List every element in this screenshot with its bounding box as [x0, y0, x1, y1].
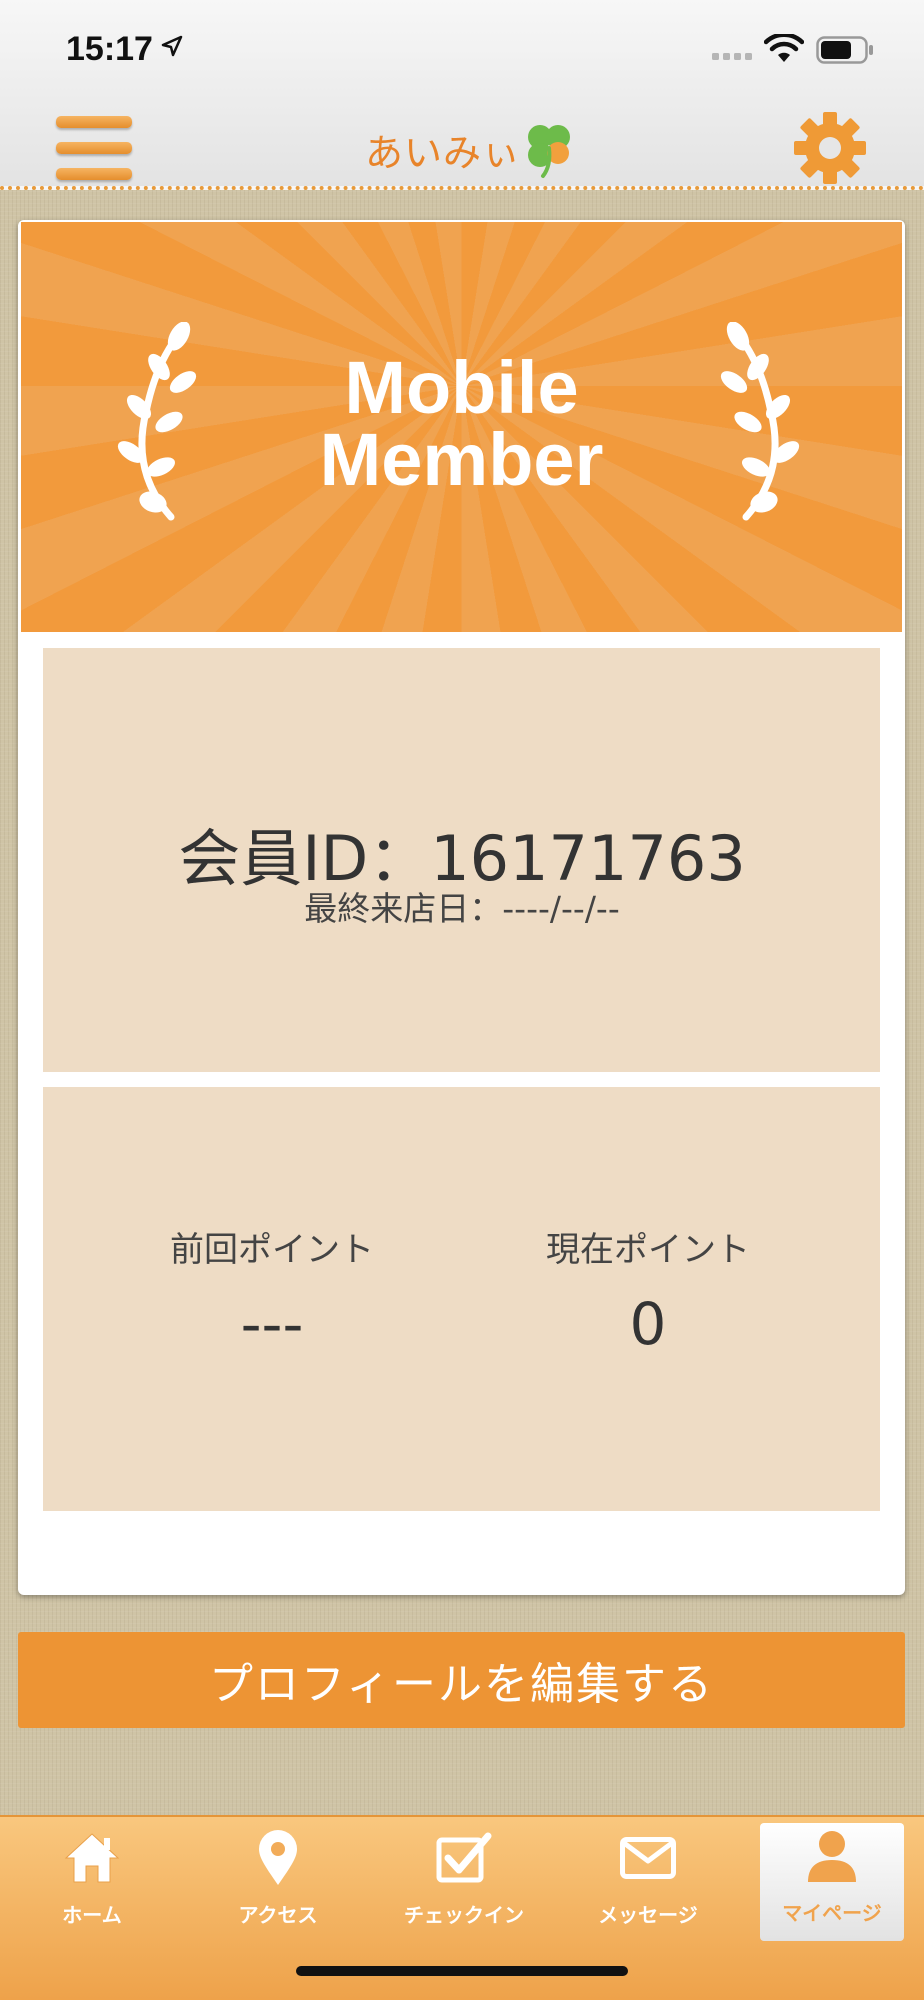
last-visit-date: 最終来店日：----/--/-- [304, 889, 620, 928]
tab-access[interactable]: アクセス [204, 1825, 352, 1935]
settings-gear-icon[interactable] [792, 110, 868, 186]
current-points-value: 0 [629, 1290, 667, 1358]
cellular-signal-icon [712, 53, 752, 60]
status-time: 15:17 [66, 30, 153, 68]
tab-message-label: メッセージ [598, 1903, 698, 1927]
battery-icon [816, 36, 873, 64]
home-icon [64, 1833, 120, 1883]
tab-checkin[interactable]: チェックイン [390, 1825, 538, 1935]
laurel-right-icon [720, 322, 800, 521]
logo-text: あいみぃ [365, 130, 522, 175]
edit-profile-button[interactable]: プロフィールを編集する [18, 1632, 905, 1728]
wifi-icon [764, 34, 804, 62]
tab-mypage[interactable]: マイページ [760, 1823, 904, 1941]
tab-checkin-label: チェックイン [404, 1903, 524, 1927]
envelope-icon [620, 1837, 676, 1879]
tab-mypage-label: マイページ [782, 1901, 882, 1925]
current-points-label: 現在ポイント [546, 1230, 750, 1270]
previous-points-label: 前回ポイント [170, 1230, 374, 1270]
tab-access-label: アクセス [238, 1903, 318, 1927]
previous-points-value: --- [240, 1290, 304, 1358]
location-arrow-icon [161, 35, 183, 57]
menu-button[interactable] [56, 116, 132, 182]
member-banner: Mobile Member [21, 222, 902, 632]
tab-message[interactable]: メッセージ [574, 1825, 722, 1935]
home-indicator [296, 1966, 628, 1976]
checkbox-icon [436, 1832, 492, 1883]
app-logo: あいみぃ [365, 116, 577, 182]
tab-home-label: ホーム [62, 1903, 122, 1927]
tab-home[interactable]: ホーム [18, 1825, 166, 1935]
person-icon [808, 1831, 856, 1882]
top-bar: 15:17 あいみぃ [0, 0, 924, 190]
clover-icon [528, 125, 571, 178]
map-pin-icon [259, 1830, 297, 1885]
